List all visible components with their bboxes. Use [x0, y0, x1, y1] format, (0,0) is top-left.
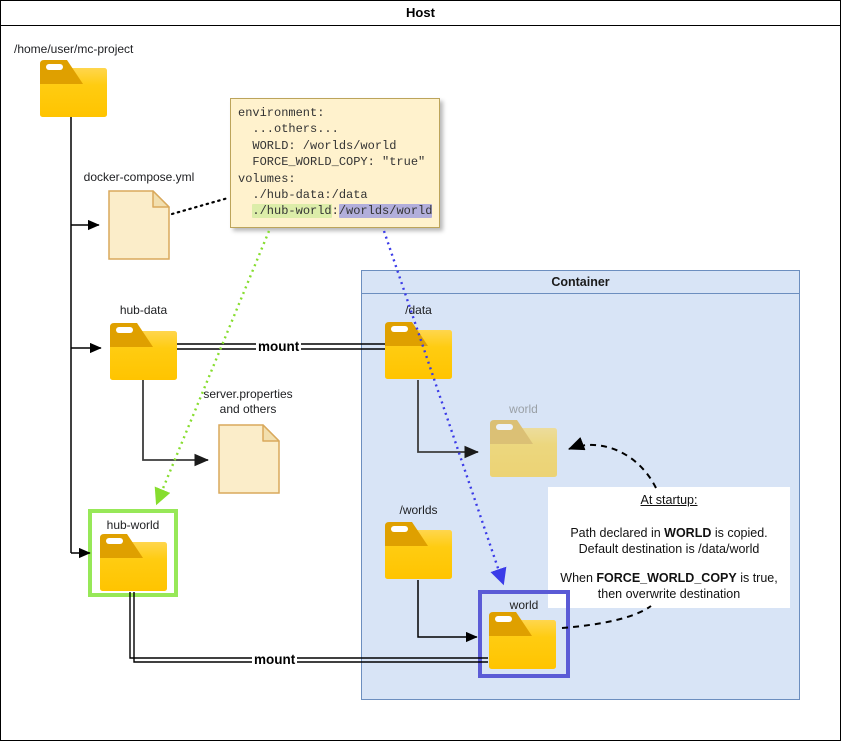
- project-folder-label: /home/user/mc-project: [14, 42, 133, 57]
- note-text: is true,: [737, 571, 778, 585]
- hub-world-folder-label: hub-world: [92, 518, 174, 533]
- code-line: WORLD: /worlds/world: [238, 138, 432, 154]
- code-indent: [238, 204, 252, 218]
- path-separator: :: [332, 204, 339, 218]
- world-folder-label: world: [482, 598, 566, 613]
- compose-snippet: environment: ...others... WORLD: /worlds…: [230, 98, 440, 228]
- code-line: volumes:: [238, 171, 432, 187]
- note-text-bold: FORCE_WORLD_COPY: [596, 571, 736, 585]
- note-text: Default destination is /data/world: [579, 542, 760, 556]
- hub-world-highlight-box: hub-world: [88, 509, 178, 597]
- hub-data-folder-label: hub-data: [110, 303, 177, 318]
- world-faded-label: world: [490, 402, 557, 417]
- startup-note-paragraph1: Path declared in WORLD is copied. Defaul…: [548, 525, 790, 557]
- mount-label-bottom: mount: [252, 652, 297, 667]
- world-faded-folder-icon: [490, 420, 557, 482]
- hub-data-folder-icon: [110, 323, 177, 385]
- data-dir-folder-icon: [385, 322, 452, 384]
- host-path-highlight: ./hub-world: [252, 204, 331, 218]
- project-folder-icon: [40, 60, 107, 122]
- server-properties-file-icon: [218, 424, 280, 499]
- code-line-highlighted: ./hub-world:/worlds/world: [238, 203, 432, 219]
- server-properties-label-line1: server.properties: [203, 387, 292, 401]
- server-properties-label: server.properties and others: [194, 387, 302, 417]
- startup-note-title: At startup:: [548, 492, 790, 508]
- worlds-dir-folder-icon: [385, 522, 452, 584]
- note-text-bold: WORLD: [664, 526, 711, 540]
- worlds-dir-label: /worlds: [385, 503, 452, 518]
- startup-note: At startup: Path declared in WORLD is co…: [548, 487, 790, 608]
- note-text: then overwrite destination: [598, 587, 740, 601]
- note-text: Path declared in: [570, 526, 664, 540]
- host-title: Host: [0, 0, 841, 26]
- diagram-stage: Host /home/user/mc-project docker-compos…: [0, 0, 841, 741]
- code-line: ...others...: [238, 121, 432, 137]
- hub-world-folder-icon: [100, 534, 167, 596]
- world-folder-icon: [489, 612, 556, 674]
- code-line: FORCE_WORLD_COPY: "true": [238, 154, 432, 170]
- note-text: When: [560, 571, 596, 585]
- server-properties-label-line2: and others: [220, 402, 277, 416]
- code-line: ./hub-data:/data: [238, 187, 432, 203]
- compose-file-label: docker-compose.yml: [82, 170, 196, 185]
- container-path-highlight: /worlds/world: [339, 204, 433, 218]
- data-dir-label: /data: [385, 303, 452, 318]
- note-text: is copied.: [711, 526, 767, 540]
- compose-file-icon: [108, 190, 170, 265]
- code-line: environment:: [238, 105, 432, 121]
- mount-label-top: mount: [256, 339, 301, 354]
- startup-note-paragraph2: When FORCE_WORLD_COPY is true, then over…: [548, 570, 790, 602]
- world-highlight-box: world: [478, 590, 570, 678]
- container-title: Container: [362, 271, 799, 294]
